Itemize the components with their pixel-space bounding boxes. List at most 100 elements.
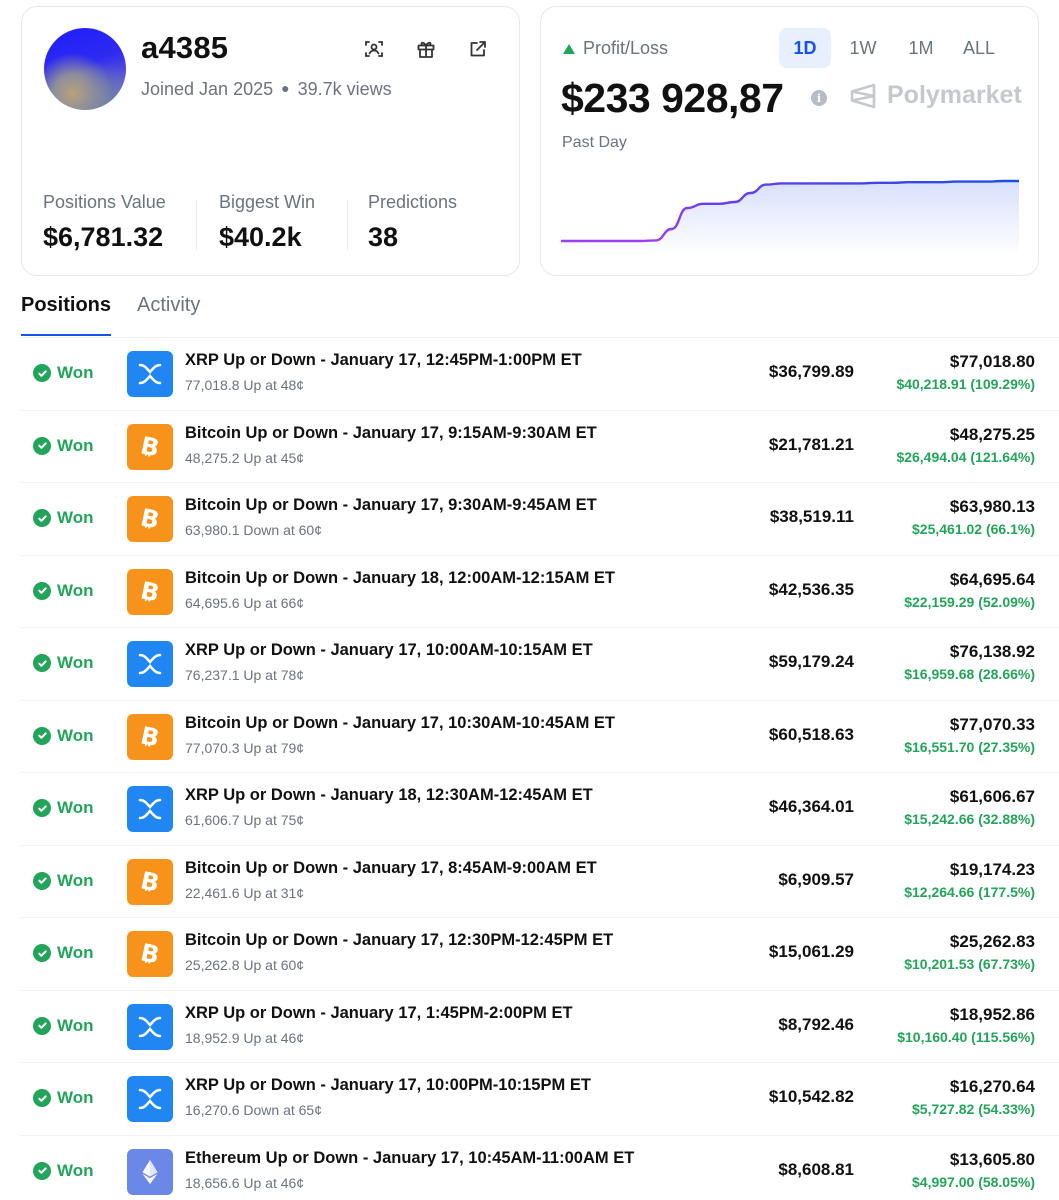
check-circle-icon — [33, 871, 51, 890]
position-row[interactable]: Won B Bitcoin Up or Down - January 18, 1… — [21, 554, 1059, 628]
position-detail: 76,237.1 Up at 78¢ — [185, 667, 305, 683]
svg-text:B: B — [138, 577, 162, 607]
check-circle-icon — [33, 364, 51, 382]
position-row[interactable]: Won B Bitcoin Up or Down - January 17, 9… — [21, 409, 1059, 483]
stat-label: Biggest Win — [219, 192, 316, 212]
status-label: Won — [57, 653, 94, 672]
profile-tabs: Positions Activity — [21, 288, 200, 338]
tab-activity[interactable]: Activity — [137, 288, 200, 336]
position-row[interactable]: Won XRP Up or Down - January 18, 12:30AM… — [21, 772, 1059, 845]
market-title[interactable]: Bitcoin Up or Down - January 17, 12:30PM… — [185, 931, 613, 950]
position-profit: $40,218.91 (109.29%) — [896, 376, 1035, 392]
check-circle-icon — [33, 799, 51, 817]
stat-label: Predictions — [368, 192, 458, 212]
status-badge: Won — [33, 653, 94, 673]
pnl-label: Profit/Loss — [563, 38, 668, 59]
stat-value: 38 — [368, 222, 399, 252]
tab-positions[interactable]: Positions — [21, 288, 112, 336]
position-row[interactable]: Won Ethereum Up or Down - January 17, 10… — [21, 1134, 1059, 1200]
position-value: $61,606.67 — [949, 787, 1035, 806]
position-row[interactable]: Won XRP Up or Down - January 17, 10:00PM… — [21, 1062, 1059, 1135]
bitcoin-icon: B — [127, 931, 173, 977]
check-circle-icon — [33, 1016, 51, 1035]
market-title[interactable]: Bitcoin Up or Down - January 18, 12:00AM… — [185, 569, 615, 588]
range-tab-1m[interactable]: 1M — [895, 28, 947, 68]
position-cost: $15,061.29 — [768, 942, 854, 961]
market-title[interactable]: XRP Up or Down - January 17, 12:45PM-1:0… — [185, 351, 582, 370]
scan-icon[interactable] — [362, 37, 386, 61]
market-title[interactable]: Bitcoin Up or Down - January 17, 9:15AM-… — [185, 424, 597, 443]
position-cost: $10,542.82 — [768, 1087, 854, 1106]
range-tab-1d[interactable]: 1D — [779, 28, 831, 68]
market-title[interactable]: XRP Up or Down - January 18, 12:30AM-12:… — [185, 786, 593, 805]
position-row[interactable]: Won B Bitcoin Up or Down - January 17, 1… — [21, 917, 1059, 990]
position-value: $19,174.23 — [949, 859, 1035, 879]
avatar[interactable] — [44, 28, 126, 110]
market-title[interactable]: Bitcoin Up or Down - January 17, 10:30AM… — [185, 714, 615, 733]
status-label: Won — [57, 943, 94, 962]
position-row[interactable]: Won B Bitcoin Up or Down - January 17, 9… — [21, 482, 1059, 555]
status-label: Won — [57, 798, 94, 817]
check-circle-icon — [33, 509, 51, 527]
position-value: $18,952.86 — [949, 1004, 1035, 1024]
position-value: $63,980.13 — [949, 497, 1035, 516]
position-row[interactable]: Won XRP Up or Down - January 17, 12:45PM… — [21, 337, 1059, 410]
status-label: Won — [57, 725, 94, 745]
position-profit: $22,159.29 (52.09%) — [904, 593, 1035, 610]
pnl-card: Profit/Loss 1D 1W 1M ALL $233 928,87 i P… — [540, 6, 1039, 276]
check-circle-icon — [33, 1161, 51, 1180]
xrp-icon — [127, 641, 173, 687]
status-badge: Won — [33, 943, 94, 963]
market-title[interactable]: Bitcoin Up or Down - January 17, 9:30AM-… — [185, 496, 597, 515]
position-profit: $16,551.70 (27.35%) — [904, 738, 1035, 755]
position-detail: 77,070.3 Up at 79¢ — [185, 739, 305, 756]
position-cost: $38,519.11 — [769, 507, 854, 526]
gift-icon[interactable] — [414, 37, 438, 61]
status-badge: Won — [33, 436, 94, 456]
position-detail: 18,952.9 Up at 46¢ — [185, 1029, 305, 1046]
position-value: $48,275.25 — [949, 424, 1035, 444]
position-cost: $59,179.24 — [768, 652, 854, 671]
market-title[interactable]: XRP Up or Down - January 17, 10:00PM-10:… — [185, 1076, 591, 1095]
market-title[interactable]: XRP Up or Down - January 17, 1:45PM-2:00… — [185, 1004, 573, 1023]
position-cost: $60,518.63 — [768, 724, 854, 744]
position-cost: $46,364.01 — [768, 797, 854, 816]
range-tab-all[interactable]: ALL — [953, 28, 1005, 68]
check-circle-icon — [33, 726, 51, 745]
market-title[interactable]: Bitcoin Up or Down - January 17, 8:45AM-… — [185, 859, 597, 878]
pnl-label-text: Profit/Loss — [583, 38, 669, 58]
bitcoin-icon: B — [127, 568, 173, 615]
status-label: Won — [57, 1088, 94, 1107]
stat-divider — [196, 200, 197, 250]
position-row[interactable]: Won XRP Up or Down - January 17, 10:00AM… — [21, 627, 1059, 700]
position-row[interactable]: Won B Bitcoin Up or Down - January 17, 8… — [21, 844, 1059, 918]
positions-list: Won XRP Up or Down - January 17, 12:45PM… — [21, 337, 1059, 1200]
info-icon[interactable]: i — [811, 90, 827, 106]
position-detail: 16,270.6 Down at 65¢ — [185, 1102, 322, 1118]
status-label: Won — [57, 363, 94, 382]
status-badge: Won — [33, 363, 94, 383]
range-tab-1w[interactable]: 1W — [837, 28, 889, 68]
check-circle-icon — [33, 581, 51, 600]
position-cost: $42,536.35 — [768, 579, 854, 599]
stat-divider — [347, 200, 348, 250]
xrp-icon — [127, 351, 173, 397]
xrp-icon — [127, 1076, 173, 1122]
position-row[interactable]: Won B Bitcoin Up or Down - January 17, 1… — [21, 699, 1059, 773]
status-badge: Won — [33, 1016, 94, 1036]
position-detail: 18,656.6 Up at 46¢ — [185, 1174, 305, 1191]
share-icon[interactable] — [466, 37, 490, 61]
stat-value: $6,781.32 — [43, 222, 164, 252]
check-circle-icon — [33, 1089, 51, 1107]
check-circle-icon — [33, 944, 51, 962]
market-title[interactable]: Ethereum Up or Down - January 17, 10:45A… — [185, 1149, 634, 1168]
joined-date: Joined Jan 2025 — [141, 79, 274, 99]
status-label: Won — [57, 1015, 94, 1035]
position-value: $13,605.80 — [949, 1149, 1035, 1169]
position-detail: 48,275.2 Up at 45¢ — [185, 449, 305, 466]
market-title[interactable]: XRP Up or Down - January 17, 10:00AM-10:… — [185, 641, 593, 660]
status-label: Won — [57, 435, 94, 455]
separator-dot: ● — [281, 80, 290, 96]
position-row[interactable]: Won XRP Up or Down - January 17, 1:45PM-… — [21, 989, 1059, 1063]
status-badge: Won — [33, 508, 94, 528]
